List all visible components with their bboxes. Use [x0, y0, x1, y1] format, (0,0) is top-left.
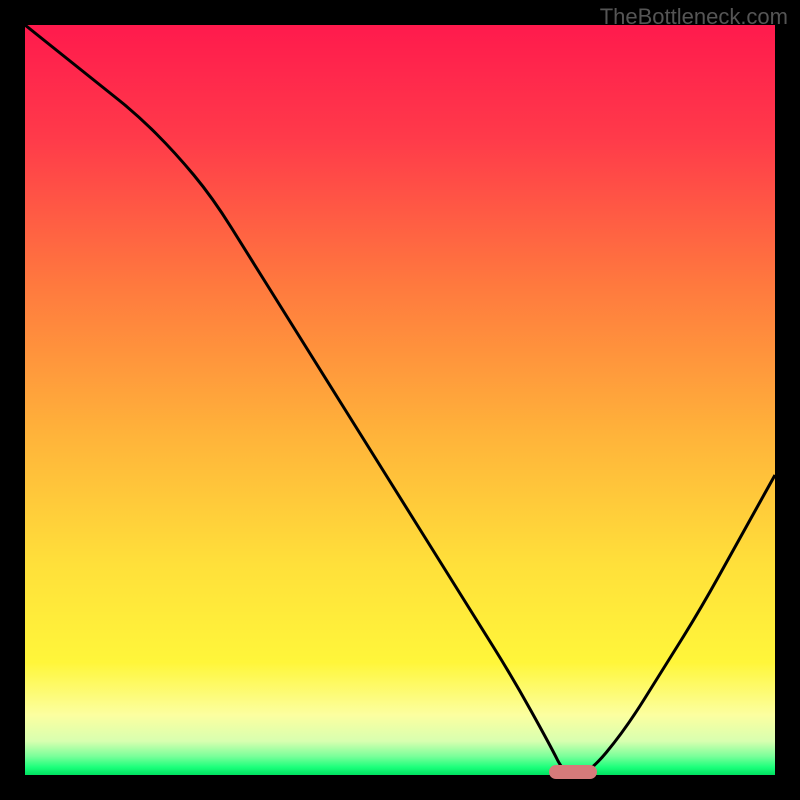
watermark-text: TheBottleneck.com	[600, 4, 788, 30]
optimal-marker	[549, 765, 597, 779]
bottleneck-chart	[25, 25, 775, 775]
bottleneck-curve	[25, 25, 775, 775]
